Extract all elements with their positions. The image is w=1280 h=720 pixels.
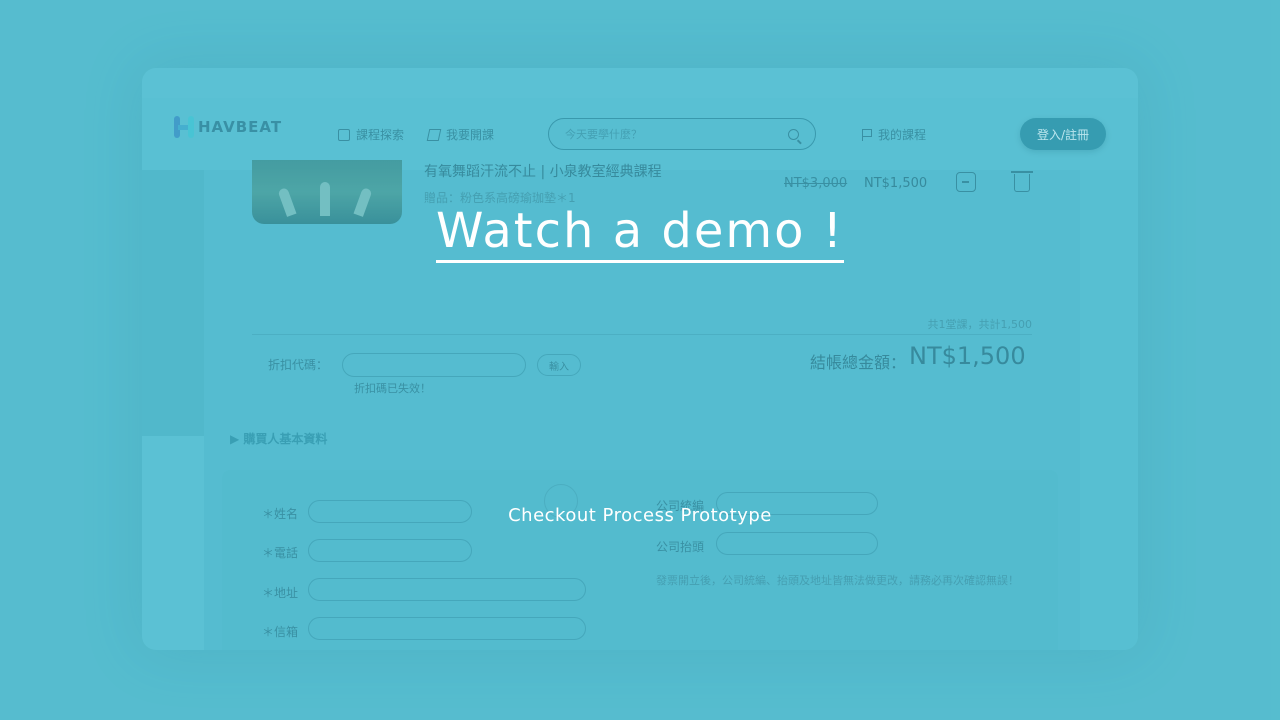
- watch-demo-link[interactable]: Watch a demo !: [436, 202, 844, 263]
- demo-overlay: [0, 0, 1280, 720]
- prototype-caption: Checkout Process Prototype: [508, 505, 772, 526]
